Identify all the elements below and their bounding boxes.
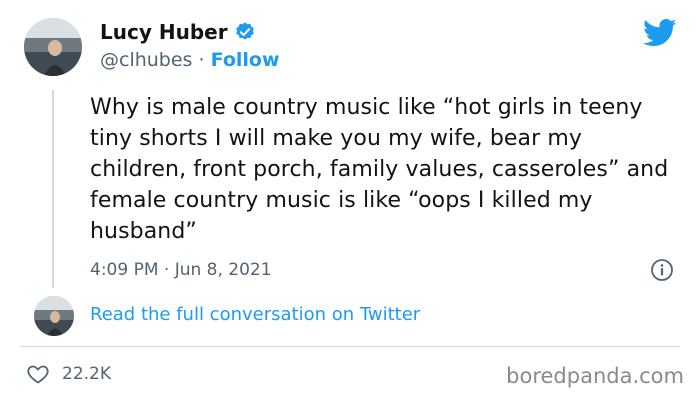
thread-line	[52, 90, 54, 288]
tweet-timestamp[interactable]: 4:09 PM · Jun 8, 2021	[90, 260, 272, 280]
info-icon[interactable]	[650, 258, 674, 282]
heart-icon[interactable]	[26, 362, 50, 386]
author-handle[interactable]: @clhubes	[100, 49, 192, 71]
tweet-text: Why is male country music like “hot girl…	[90, 95, 669, 244]
conversation-avatar[interactable]	[34, 296, 74, 336]
like-count: 22.2K	[62, 364, 111, 384]
verified-badge-icon	[234, 21, 256, 43]
author-name-text[interactable]: Lucy Huber	[100, 20, 228, 44]
tweet-card: Lucy Huber @clhubes · Follow Why is male…	[0, 0, 700, 400]
author-name[interactable]: Lucy Huber	[100, 20, 256, 44]
author-avatar[interactable]	[24, 18, 82, 76]
follow-button[interactable]: Follow	[211, 49, 280, 71]
watermark: boredpanda.com	[506, 364, 684, 388]
twitter-bird-icon[interactable]	[643, 18, 677, 48]
divider	[20, 346, 680, 347]
read-conversation-link[interactable]: Read the full conversation on Twitter	[90, 304, 420, 325]
handle-row: @clhubes · Follow	[100, 49, 280, 71]
separator: ·	[198, 49, 205, 71]
